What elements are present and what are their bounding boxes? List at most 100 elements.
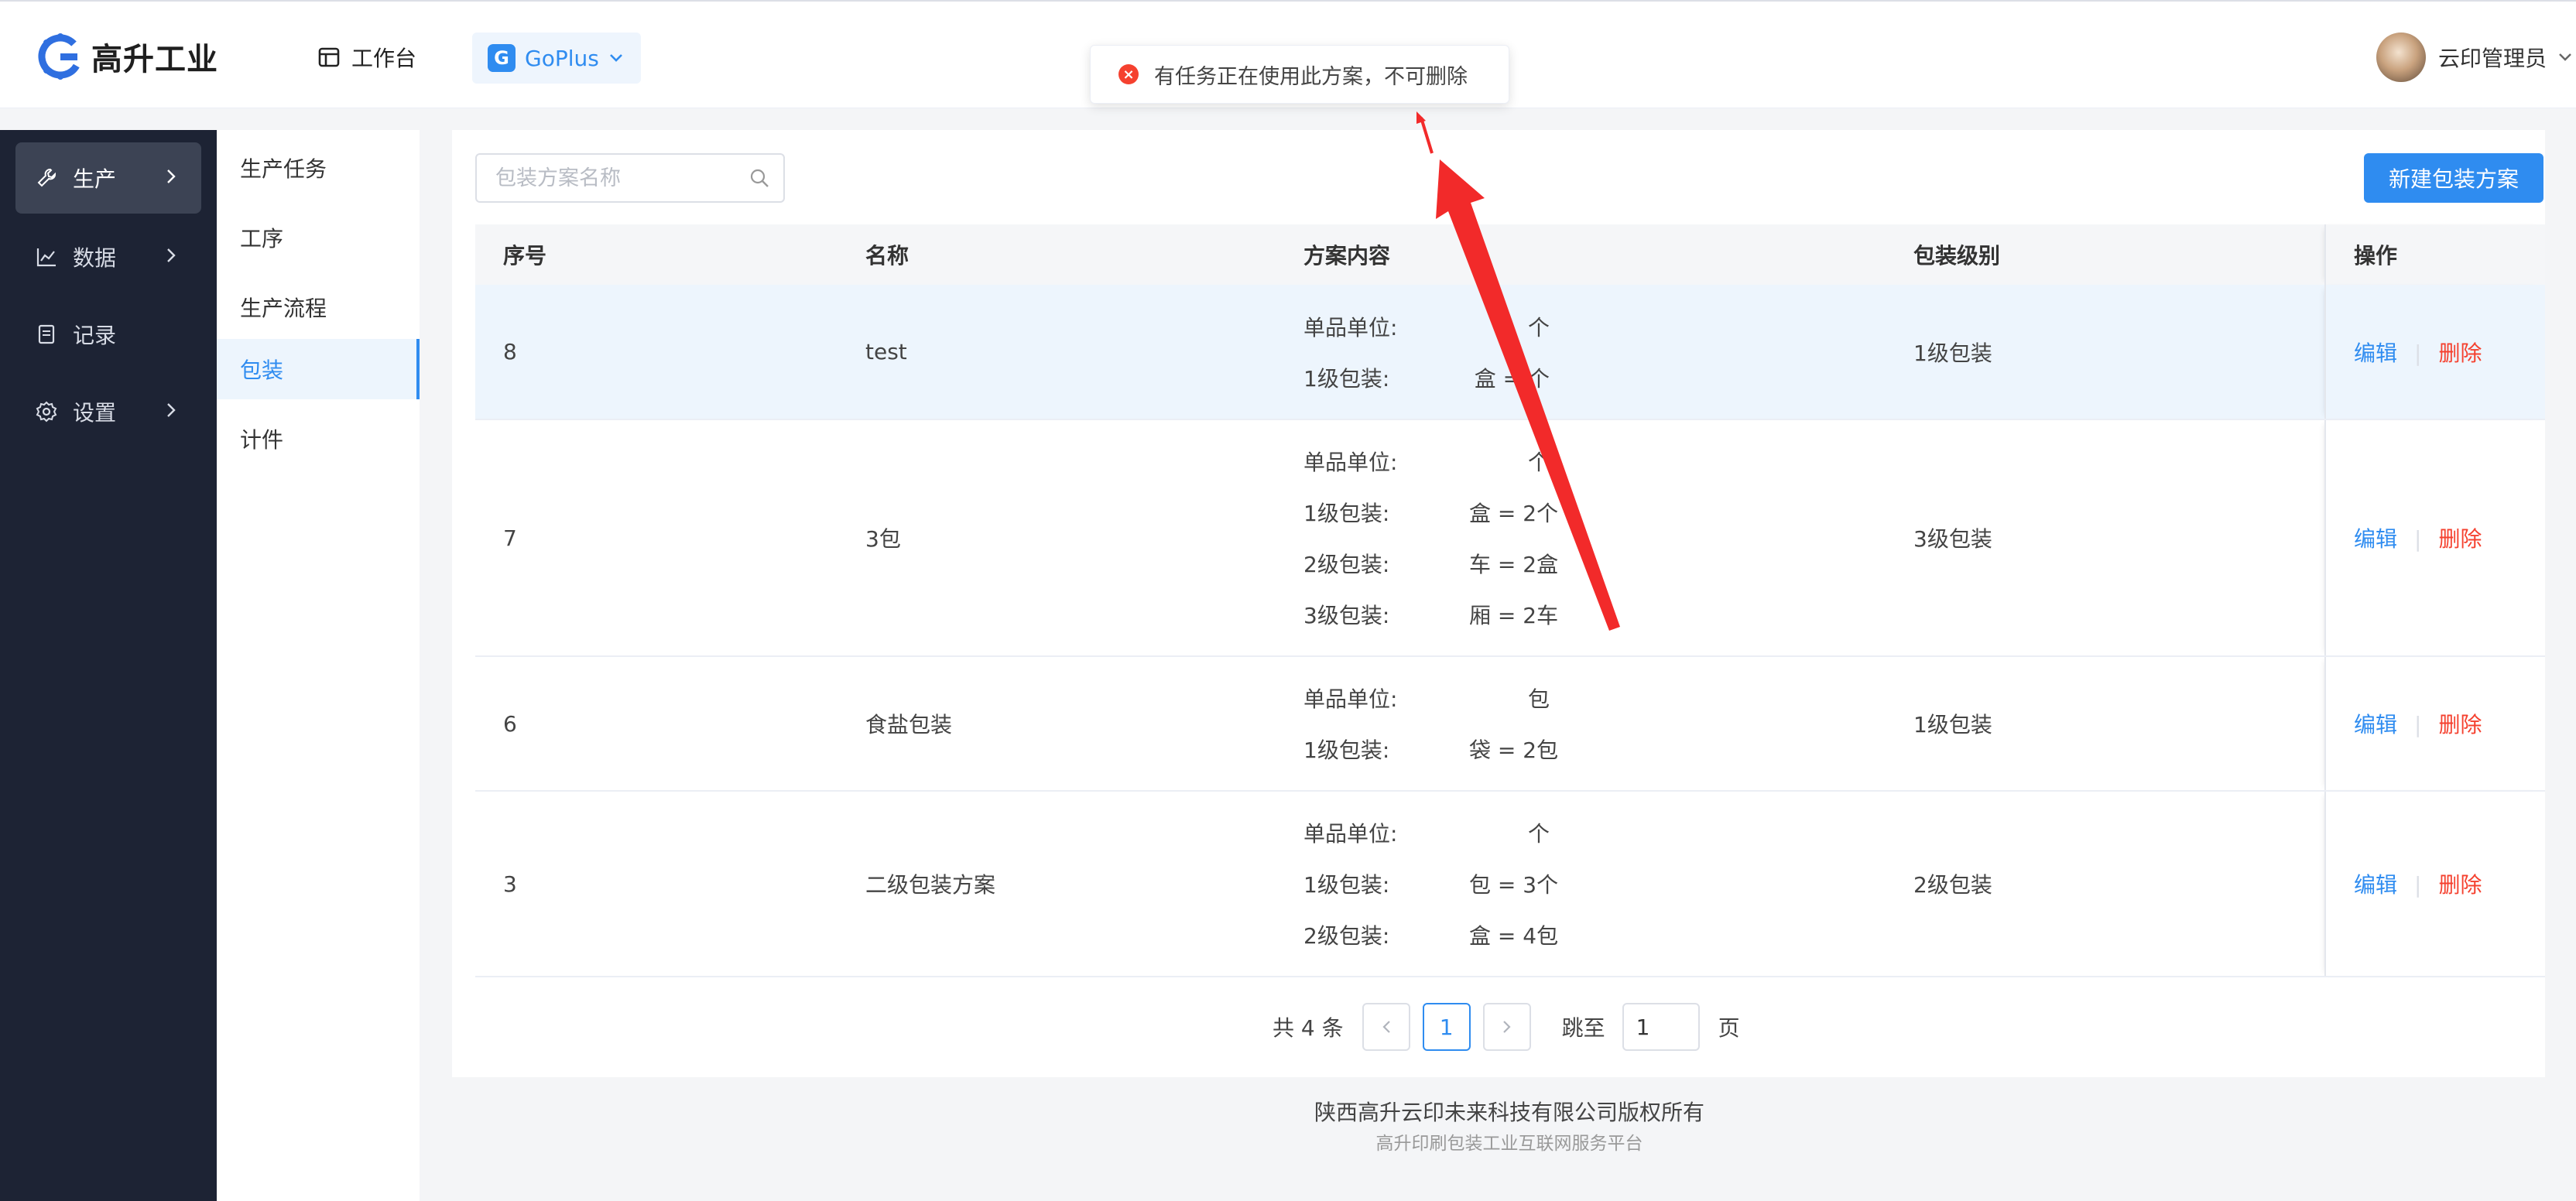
package-level-line: 单品单位: 包 bbox=[1303, 672, 1886, 724]
submenu-item-process[interactable]: 工序 bbox=[217, 207, 420, 268]
search-input[interactable] bbox=[494, 165, 745, 191]
prev-page-button[interactable] bbox=[1362, 1003, 1410, 1051]
workbench-link[interactable]: 工作台 bbox=[317, 42, 416, 73]
delete-link[interactable]: 删除 bbox=[2438, 340, 2482, 366]
package-level-line: 3级包装: 厢 = 2车 bbox=[1303, 589, 1886, 640]
submenu-item-packaging[interactable]: 包装 bbox=[217, 339, 420, 399]
page-number-button[interactable]: 1 bbox=[1422, 1003, 1471, 1051]
chevron-left-icon bbox=[1382, 1021, 1390, 1033]
sidebar-item-label: 记录 bbox=[73, 323, 117, 348]
cell-id: 7 bbox=[475, 419, 838, 657]
package-level-label: 2级包装: bbox=[1303, 923, 1390, 949]
action-divider: | bbox=[2414, 872, 2422, 898]
cell-content: 单品单位: 个 1级包装: 盒 = 2个 2级包装: 车 = 2盒 3级包装: 厢 = 2车 bbox=[1276, 419, 1886, 657]
window-icon bbox=[318, 47, 340, 67]
package-level-value: 个 bbox=[1527, 450, 1550, 475]
pagination: 共 4 条 1 跳至 页 bbox=[1273, 1003, 1740, 1051]
new-package-plan-button[interactable]: 新建包装方案 bbox=[2364, 153, 2543, 203]
package-level-line: 1级包装: 盒 = 个 bbox=[1303, 352, 1886, 403]
user-menu[interactable]: 云印管理员 bbox=[2376, 33, 2573, 82]
edit-link[interactable]: 编辑 bbox=[2354, 872, 2397, 898]
package-level-value: 袋 = 2包 bbox=[1469, 737, 1559, 763]
package-level-value: 厢 = 2车 bbox=[1469, 603, 1559, 628]
submenu: 生产任务 工序 生产流程 包装 计件 bbox=[217, 130, 420, 1201]
sidebar-item-data[interactable]: 数据 bbox=[15, 221, 201, 293]
package-level-label: 单品单位: bbox=[1303, 686, 1398, 712]
error-icon: × bbox=[1118, 64, 1139, 84]
chevron-right-icon bbox=[167, 248, 176, 262]
package-plan-table: 序号 名称 方案内容 包装级别 操作 8 test 单品单位: 个 1级包装: 盒 = 个… bbox=[475, 224, 2545, 977]
sidebar: 生产 数据 记录 设置 bbox=[0, 130, 217, 1201]
package-level-line: 2级包装: 车 = 2盒 bbox=[1303, 538, 1886, 589]
brand-logo[interactable]: 高升工业 bbox=[34, 29, 218, 84]
jump-label: 跳至 bbox=[1561, 1015, 1605, 1041]
table-row: 6 食盐包装 单品单位: 包 1级包装: 袋 = 2包 1级包装 编辑 | 删除 bbox=[475, 656, 2545, 792]
chevron-down-icon bbox=[2559, 53, 2571, 61]
submenu-item-tasks[interactable]: 生产任务 bbox=[217, 138, 420, 198]
package-level-value: 车 = 2盒 bbox=[1469, 552, 1559, 577]
footer-subtitle: 高升印刷包装工业互联网服务平台 bbox=[1375, 1134, 1643, 1154]
brand-name: 高升工业 bbox=[91, 42, 218, 77]
pagination-total: 共 4 条 bbox=[1273, 1015, 1344, 1041]
package-level-line: 1级包装: 盒 = 2个 bbox=[1303, 487, 1886, 538]
delete-link[interactable]: 删除 bbox=[2438, 712, 2482, 737]
next-page-button[interactable] bbox=[1482, 1003, 1531, 1051]
package-level-label: 1级包装: bbox=[1303, 501, 1390, 526]
package-level-line: 1级包装: 包 = 3个 bbox=[1303, 858, 1886, 909]
package-level-value: 个 bbox=[1527, 821, 1550, 847]
sidebar-item-records[interactable]: 记录 bbox=[15, 299, 201, 370]
package-level-value: 盒 = 2个 bbox=[1469, 501, 1559, 526]
delete-link[interactable]: 删除 bbox=[2438, 872, 2482, 898]
edit-link[interactable]: 编辑 bbox=[2354, 340, 2397, 366]
cell-name: 二级包装方案 bbox=[838, 791, 1276, 977]
package-level-label: 单品单位: bbox=[1303, 821, 1398, 847]
cell-level: 1级包装 bbox=[1886, 656, 2325, 792]
cell-level: 2级包装 bbox=[1886, 791, 2325, 977]
page-unit-label: 页 bbox=[1718, 1015, 1740, 1041]
package-level-value: 包 bbox=[1527, 686, 1550, 712]
package-level-line: 2级包装: 盒 = 4包 bbox=[1303, 909, 1886, 960]
edit-link[interactable]: 编辑 bbox=[2354, 526, 2397, 552]
wrench-icon bbox=[37, 169, 56, 187]
cell-id: 3 bbox=[475, 791, 838, 977]
table-row: 7 3包 单品单位: 个 1级包装: 盒 = 2个 2级包装: 车 = 2盒 3级包装: 厢 = … bbox=[475, 419, 2545, 657]
avatar bbox=[2376, 33, 2426, 82]
sidebar-item-settings[interactable]: 设置 bbox=[15, 376, 201, 447]
package-level-label: 3级包装: bbox=[1303, 603, 1390, 628]
app-switcher-label: GoPlus bbox=[525, 45, 599, 71]
package-level-value: 包 = 3个 bbox=[1469, 872, 1559, 898]
package-level-line: 单品单位: 个 bbox=[1303, 301, 1886, 352]
submenu-item-flow[interactable]: 生产流程 bbox=[217, 277, 420, 337]
chevron-down-icon bbox=[609, 54, 622, 62]
package-level-label: 1级包装: bbox=[1303, 872, 1390, 898]
package-level-value: 个 bbox=[1527, 314, 1550, 340]
package-level-value: 盒 = 4包 bbox=[1469, 923, 1559, 949]
app-switcher[interactable]: G GoPlus bbox=[472, 33, 641, 84]
table-row: 3 二级包装方案 单品单位: 个 1级包装: 包 = 3个 2级包装: 盒 = 4包 2级包装 编… bbox=[475, 791, 2545, 977]
submenu-item-piecework[interactable]: 计件 bbox=[217, 409, 420, 469]
error-toast: × 有任务正在使用此方案，不可删除 bbox=[1090, 45, 1509, 104]
line-chart-icon bbox=[36, 248, 56, 267]
cell-content: 单品单位: 包 1级包装: 袋 = 2包 bbox=[1276, 656, 1886, 792]
cell-name: 食盐包装 bbox=[838, 656, 1276, 792]
cell-name: 3包 bbox=[838, 419, 1276, 657]
package-level-line: 单品单位: 个 bbox=[1303, 807, 1886, 858]
chevron-right-icon bbox=[1502, 1021, 1511, 1033]
edit-link[interactable]: 编辑 bbox=[2354, 712, 2397, 737]
chevron-right-icon bbox=[167, 403, 176, 417]
package-level-label: 1级包装: bbox=[1303, 365, 1390, 392]
jump-page-input[interactable] bbox=[1622, 1003, 1700, 1051]
package-level-line: 1级包装: 袋 = 2包 bbox=[1303, 724, 1886, 775]
column-header-level: 包装级别 bbox=[1886, 224, 2325, 285]
delete-link[interactable]: 删除 bbox=[2438, 526, 2482, 552]
cell-id: 8 bbox=[475, 285, 838, 420]
cell-level: 3级包装 bbox=[1886, 419, 2325, 657]
search-box bbox=[475, 153, 785, 203]
document-icon bbox=[38, 324, 55, 344]
column-header-actions: 操作 bbox=[2324, 224, 2545, 285]
cell-actions: 编辑 | 删除 bbox=[2324, 656, 2545, 792]
footer-copyright: 陕西高升云印未来科技有限公司版权所有 bbox=[1314, 1100, 1704, 1125]
brand-g-icon bbox=[38, 33, 83, 80]
sidebar-item-production[interactable]: 生产 bbox=[15, 142, 201, 214]
search-icon[interactable] bbox=[749, 168, 769, 188]
